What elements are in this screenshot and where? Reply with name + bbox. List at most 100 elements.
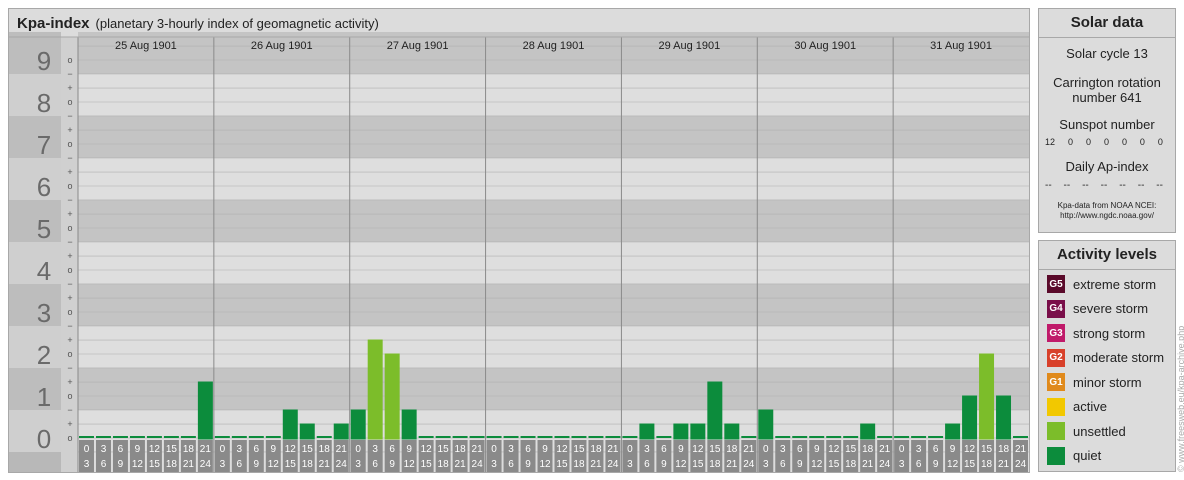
kp-bar [418, 436, 434, 438]
kp-bar [724, 423, 740, 440]
kp-bar [282, 409, 298, 440]
kp-bar [146, 436, 162, 438]
kp-bar [588, 436, 604, 438]
copyright-text: © www.freesweb.eu/kpa-archive.php [1176, 325, 1184, 472]
kp-bar [741, 436, 757, 438]
hour-start-label: 3 [372, 444, 378, 455]
hour-start-label: 12 [556, 444, 568, 455]
hour-end-label: 3 [627, 459, 633, 470]
hour-end-label: 9 [389, 459, 395, 470]
hour-start-label: 21 [607, 444, 619, 455]
hour-end-label: 12 [947, 459, 959, 470]
source-link[interactable]: http://www.ngdc.noaa.gov/ [1039, 211, 1175, 221]
kp-bar [826, 436, 842, 438]
y-subtick-label: + [67, 209, 72, 219]
activity-level-item: G5 extreme storm [1039, 272, 1175, 297]
kp-bar [79, 436, 94, 438]
y-tick-label: 5 [37, 214, 51, 244]
activity-level-swatch: G1 [1047, 373, 1065, 392]
hour-start-label: 3 [508, 444, 514, 455]
chart-subtitle: (planetary 3-hourly index of geomagnetic… [95, 16, 379, 31]
hour-start-label: 0 [899, 444, 905, 455]
hour-end-label: 6 [916, 459, 922, 470]
hour-start-label: 12 [149, 444, 161, 455]
ap-value: -- [1156, 180, 1163, 191]
hour-start-label: 9 [271, 444, 277, 455]
y-subtick-label: o [67, 181, 72, 191]
activity-levels-list: G5 extreme storm G4 severe storm G3 strong st… [1039, 270, 1175, 468]
kp-band [78, 199, 1029, 242]
kp-band [78, 241, 1029, 284]
hour-start-label: 18 [726, 444, 738, 455]
kp-bar [605, 436, 621, 438]
kp-band [78, 283, 1029, 326]
activity-level-swatch: G4 [1047, 299, 1065, 318]
kp-bar [95, 436, 111, 438]
y-subtick-label: o [67, 433, 72, 443]
chart-title: Kpa-index (planetary 3-hourly index of ge… [17, 15, 379, 32]
carrington-line2: number 641 [1072, 90, 1142, 105]
y-band [9, 31, 61, 74]
y-subtick-label: o [67, 97, 72, 107]
activity-level-label: quiet [1073, 448, 1102, 464]
hour-end-label: 15 [421, 459, 433, 470]
kp-band [78, 31, 1029, 74]
y-subtick-label: − [67, 363, 72, 373]
hour-end-label: 18 [438, 459, 450, 470]
sunspot-value: 0 [1103, 137, 1109, 147]
kp-bar [877, 436, 893, 438]
kp-bar [112, 436, 128, 438]
y-subtick-label: − [67, 405, 72, 415]
y-subtick-label: + [67, 83, 72, 93]
y-subtick-label: − [67, 153, 72, 163]
y-band [9, 325, 61, 368]
y-tick-label: 3 [37, 298, 51, 328]
hour-start-label: 18 [455, 444, 467, 455]
kp-bar [367, 339, 383, 440]
ap-value: -- [1045, 180, 1052, 191]
hour-end-label: 18 [981, 459, 993, 470]
ap-values: -- -- -- -- -- -- -- [1039, 180, 1175, 191]
hour-start-label: 12 [828, 444, 840, 455]
kp-bar [163, 436, 179, 438]
hour-end-label: 9 [933, 459, 939, 470]
kp-bar [435, 436, 451, 438]
activity-level-swatch [1047, 422, 1065, 441]
hour-start-label: 3 [916, 444, 922, 455]
kp-band [78, 157, 1029, 200]
sunspot-heading: Sunspot number [1059, 117, 1155, 132]
hour-end-label: 12 [404, 459, 416, 470]
kp-bar [707, 381, 723, 440]
hour-end-label: 15 [285, 459, 297, 470]
hour-end-label: 3 [491, 459, 497, 470]
activity-level-item: G4 severe storm [1039, 297, 1175, 322]
activity-level-label: unsettled [1073, 423, 1126, 439]
y-subtick-label: o [67, 223, 72, 233]
day-label: 26 Aug 1901 [251, 40, 313, 52]
hour-start-label: 18 [590, 444, 602, 455]
hour-end-label: 15 [556, 459, 568, 470]
y-subtick-label: + [67, 335, 72, 345]
ap-heading: Daily Ap-index [1065, 159, 1149, 174]
y-subtick-label: − [67, 111, 72, 121]
activity-level-label: severe storm [1073, 301, 1149, 317]
y-band [9, 283, 61, 326]
solar-cycle: Solar cycle 13 [1066, 46, 1148, 61]
hour-start-label: 15 [438, 444, 450, 455]
hour-end-label: 15 [149, 459, 161, 470]
hour-end-label: 18 [709, 459, 721, 470]
hour-start-label: 3 [780, 444, 786, 455]
hour-start-label: 0 [84, 444, 90, 455]
kp-bar [894, 436, 910, 438]
ap-value: -- [1137, 180, 1145, 191]
sunspot-value: 0 [1157, 137, 1163, 147]
ap-value: -- [1082, 180, 1089, 191]
kp-bar [520, 436, 536, 438]
hour-end-label: 6 [644, 459, 650, 470]
y-subtick-label: o [67, 307, 72, 317]
hour-start-label: 9 [814, 444, 820, 455]
y-tick-label: 4 [37, 256, 51, 286]
day-label: 28 Aug 1901 [523, 40, 585, 52]
hour-end-label: 9 [797, 459, 803, 470]
y-band [9, 199, 61, 242]
